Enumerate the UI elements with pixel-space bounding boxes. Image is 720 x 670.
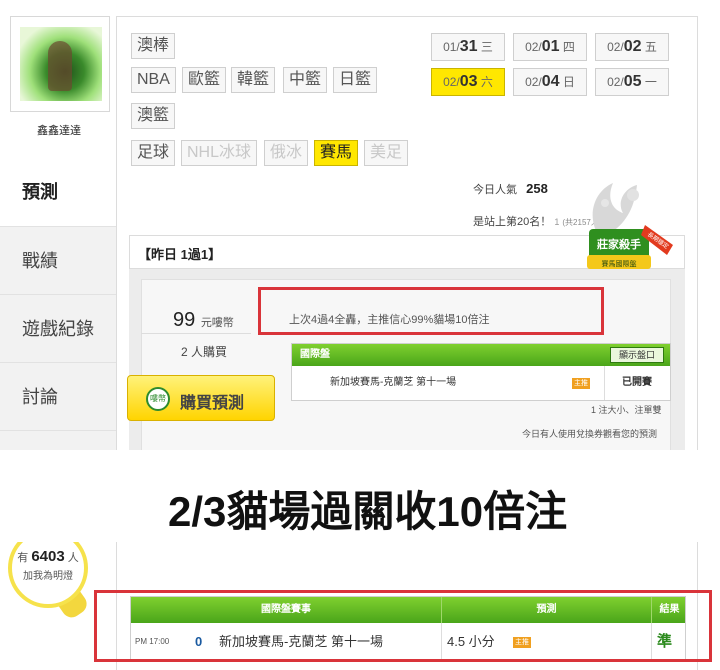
date-button-0202[interactable]: 02/02 五 bbox=[595, 33, 669, 61]
date-button-0203[interactable]: 02/03 六 bbox=[431, 68, 505, 96]
highlight-frame-results bbox=[94, 590, 712, 662]
sport-tag-nhl[interactable]: NHL冰球 bbox=[181, 140, 258, 166]
coin-icon: 嘍幣 bbox=[146, 387, 170, 411]
date-button-0205[interactable]: 02/05 一 bbox=[595, 68, 669, 96]
intl-header: 國際盤 顯示盤口 bbox=[292, 344, 670, 366]
nav-item-discussion[interactable]: 討論 bbox=[0, 362, 118, 430]
date-day: 05 bbox=[623, 73, 642, 90]
date-md: 02/ bbox=[443, 75, 460, 89]
rank-medal-icon: 1 bbox=[554, 217, 560, 227]
sport-tag-au-baseball[interactable]: 澳棒 bbox=[131, 33, 176, 59]
show-odds-button[interactable]: 顯示盤口 bbox=[609, 347, 664, 363]
fans-suffix: 人 bbox=[67, 552, 79, 564]
sport-tag-us-football[interactable]: 美足 bbox=[364, 140, 409, 166]
bookmaker-killer-badge-icon: 莊家殺手 賽馬國際盤 長期穩定 bbox=[587, 225, 673, 269]
fans-add-label: 加我為明燈 bbox=[23, 571, 73, 582]
avatar-image bbox=[20, 27, 102, 101]
buy-prediction-button[interactable]: 嘍幣 購買預測 bbox=[127, 375, 275, 421]
date-md: 01/ bbox=[443, 40, 460, 54]
main-panel: 澳棒 NBA 歐籃 韓籃 中籃 日籃 澳籃 足球 NHL冰球 俄冰 賽馬 美足 … bbox=[116, 16, 698, 670]
date-button-0204[interactable]: 02/04 日 bbox=[513, 68, 587, 96]
date-md: 02/ bbox=[607, 40, 624, 54]
today-popularity-label: 今日人氣 bbox=[473, 184, 517, 196]
sport-tag-soccer[interactable]: 足球 bbox=[131, 140, 176, 166]
date-weekday: 一 bbox=[644, 75, 657, 89]
nav-item-predict[interactable]: 預測 bbox=[0, 158, 118, 226]
buy-prediction-label: 購買預測 bbox=[180, 395, 245, 412]
date-day: 02 bbox=[623, 38, 642, 55]
row-divider bbox=[604, 366, 605, 400]
date-button-0201[interactable]: 02/01 四 bbox=[513, 33, 587, 61]
fans-count: 6403 bbox=[31, 548, 65, 565]
badge-subtitle: 賽馬國際盤 bbox=[602, 259, 637, 268]
date-day: 03 bbox=[459, 73, 478, 90]
sport-tag-cn-basketball[interactable]: 中籃 bbox=[283, 67, 328, 93]
overlay-caption: 2/3貓場過關收10倍注 bbox=[0, 450, 720, 542]
price-divider bbox=[141, 333, 251, 334]
avatar[interactable] bbox=[10, 16, 110, 112]
intl-race-name: 新加坡賽馬-克蘭芝 第十一場 bbox=[330, 377, 457, 388]
price-unit: 元嘍幣 bbox=[200, 317, 234, 329]
fans-prefix: 有 bbox=[17, 552, 29, 564]
bet-rule: 1 注大小、注單雙 bbox=[591, 405, 662, 415]
username[interactable]: 鑫鑫達達 bbox=[0, 122, 118, 138]
intl-race-row: 新加坡賽馬-克蘭芝 第十一場 主推 已開賽 bbox=[292, 366, 670, 400]
sport-tag-au-basketball[interactable]: 澳籃 bbox=[131, 103, 176, 129]
overlay-caption-text: 2/3貓場過關收10倍注 bbox=[168, 488, 568, 535]
price-value: 99 bbox=[173, 309, 196, 331]
date-md: 02/ bbox=[607, 75, 624, 89]
highlight-frame-note bbox=[258, 287, 604, 335]
sport-tag-nba[interactable]: NBA bbox=[131, 67, 176, 93]
today-popularity-value: 258 bbox=[526, 181, 548, 196]
today-popularity: 今日人氣 258 bbox=[473, 181, 548, 197]
sport-tag-ru-hockey[interactable]: 俄冰 bbox=[264, 140, 309, 166]
sport-tag-horse-racing[interactable]: 賽馬 bbox=[314, 140, 359, 166]
nav-item-game-log[interactable]: 遊戲紀錄 bbox=[0, 294, 118, 362]
nav-item-record[interactable]: 戰績 bbox=[0, 226, 118, 294]
intl-prediction-box: 國際盤 顯示盤口 新加坡賽馬-克蘭芝 第十一場 主推 已開賽 bbox=[291, 343, 671, 401]
date-day: 04 bbox=[541, 73, 560, 90]
fans-count-line: 有 6403 人 bbox=[12, 548, 84, 565]
prediction-price: 99 元嘍幣 bbox=[173, 309, 234, 332]
voucher-notice: 今日有人使用兌換券觀看您的預測 bbox=[522, 429, 658, 439]
main-pick-tag: 主推 bbox=[572, 378, 590, 389]
yesterday-record: 【昨日 1過1】 bbox=[138, 247, 222, 262]
date-md: 02/ bbox=[525, 75, 542, 89]
date-weekday: 六 bbox=[480, 75, 493, 89]
intl-header-label: 國際盤 bbox=[300, 349, 330, 360]
date-weekday: 四 bbox=[562, 40, 575, 54]
sport-tag-jp-basketball[interactable]: 日籃 bbox=[333, 67, 378, 93]
date-weekday: 三 bbox=[480, 40, 493, 54]
sport-tag-kr-basketball[interactable]: 韓籃 bbox=[231, 67, 276, 93]
date-md: 02/ bbox=[525, 40, 542, 54]
date-weekday: 五 bbox=[644, 40, 657, 54]
badge-title: 莊家殺手 bbox=[596, 237, 641, 251]
sidebar: 鑫鑫達達 預測 戰績 遊戲紀錄 討論 榮譽 有 6403 人 加我為明燈 bbox=[0, 0, 118, 670]
date-day: 01 bbox=[541, 38, 560, 55]
buyers-count: 2 人購買 bbox=[181, 345, 228, 359]
date-weekday: 日 bbox=[562, 75, 575, 89]
date-button-0131[interactable]: 01/31 三 bbox=[431, 33, 505, 61]
sport-tag-eu-basketball[interactable]: 歐籃 bbox=[182, 67, 227, 93]
date-day: 31 bbox=[459, 38, 478, 55]
site-rank-text: 是站上第20名！ bbox=[473, 216, 552, 228]
race-status: 已開賽 bbox=[622, 377, 652, 388]
